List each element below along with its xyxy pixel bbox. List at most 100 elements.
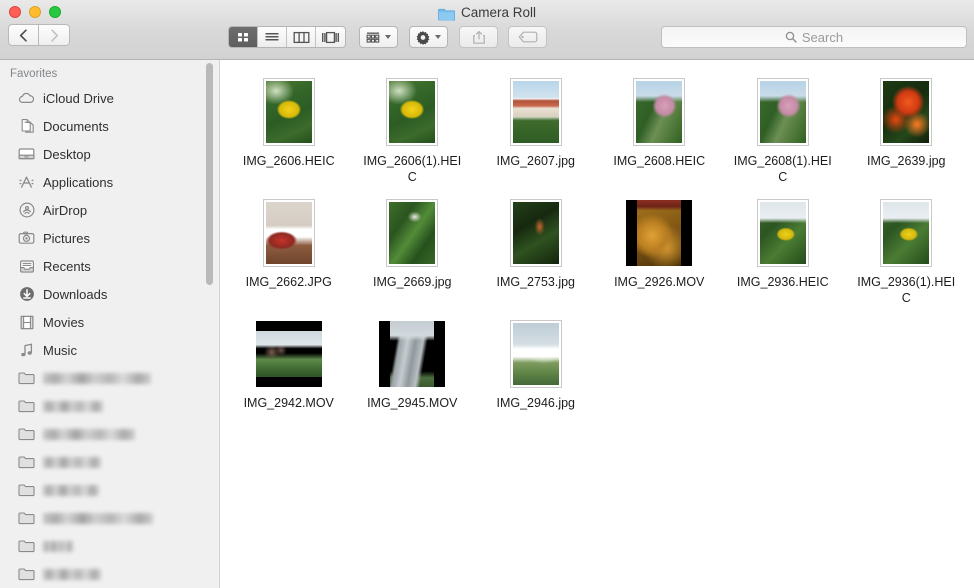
file-item[interactable]: IMG_2606(1).HEIC xyxy=(351,68,475,185)
sidebar-item-label-redacted xyxy=(43,512,153,524)
file-thumbnail xyxy=(254,197,324,269)
list-view-button[interactable] xyxy=(258,27,287,47)
arrange-icon xyxy=(366,32,380,43)
coverflow-icon xyxy=(322,31,339,43)
file-name-label: IMG_2942.MOV xyxy=(243,396,334,410)
file-item[interactable]: IMG_2936(1).HEIC xyxy=(845,189,969,306)
applications-icon xyxy=(18,174,35,191)
file-name-label: IMG_2606.HEIC xyxy=(242,154,335,168)
file-thumbnail xyxy=(501,197,571,269)
sidebar-item-redacted-12[interactable] xyxy=(0,420,219,448)
sidebar-item-music[interactable]: Music xyxy=(0,336,219,364)
file-thumbnail xyxy=(377,197,447,269)
minimize-button[interactable] xyxy=(29,6,41,18)
sidebar-item-redacted-13[interactable] xyxy=(0,448,219,476)
column-view-button[interactable] xyxy=(287,27,316,47)
view-mode-switcher xyxy=(228,26,346,48)
file-item[interactable]: IMG_2662.JPG xyxy=(227,189,351,306)
sidebar-item-desktop[interactable]: Desktop xyxy=(0,140,219,168)
sidebar-item-list: iCloud Drive Documents Desktop Applications… xyxy=(0,84,219,588)
file-item[interactable]: IMG_2946.jpg xyxy=(474,310,598,411)
cloud-icon xyxy=(18,90,35,107)
thumbnail-image xyxy=(636,81,683,143)
sidebar-item-label: Documents xyxy=(43,118,109,134)
file-thumbnail xyxy=(748,197,818,269)
file-item[interactable]: IMG_2926.MOV xyxy=(598,189,722,306)
sidebar-item-documents[interactable]: Documents xyxy=(0,112,219,140)
sidebar-item-redacted-10[interactable] xyxy=(0,364,219,392)
file-item[interactable]: IMG_2608.HEIC xyxy=(598,68,722,185)
file-name-label: IMG_2945.MOV xyxy=(367,396,458,410)
sidebar-item-recents[interactable]: Recents xyxy=(0,252,219,280)
share-button[interactable] xyxy=(459,26,498,48)
sidebar: Favorites iCloud Drive Documents Desktop Ap… xyxy=(0,60,220,588)
documents-icon xyxy=(18,118,35,135)
back-button[interactable] xyxy=(8,24,39,46)
file-browser-content[interactable]: IMG_2606.HEIC IMG_2606(1).HEIC IMG_2607.jp… xyxy=(221,60,974,588)
sidebar-item-redacted-11[interactable] xyxy=(0,392,219,420)
sidebar-scrollbar[interactable] xyxy=(206,63,213,285)
sidebar-item-redacted-15[interactable] xyxy=(0,504,219,532)
action-button[interactable] xyxy=(409,26,448,48)
sidebar-item-pictures[interactable]: Pictures xyxy=(0,224,219,252)
sidebar-item-applications[interactable]: Applications xyxy=(0,168,219,196)
pictures-icon xyxy=(18,230,35,247)
zoom-button[interactable] xyxy=(49,6,61,18)
sidebar-item-airdrop[interactable]: AirDrop xyxy=(0,196,219,224)
sidebar-item-redacted-17[interactable] xyxy=(0,560,219,588)
chevron-left-icon xyxy=(19,28,27,42)
sidebar-item-downloads[interactable]: Downloads xyxy=(0,280,219,308)
sidebar-item-label-redacted xyxy=(43,568,101,580)
file-item[interactable]: IMG_2608(1).HEIC xyxy=(721,68,845,185)
file-item[interactable]: IMG_2607.jpg xyxy=(474,68,598,185)
sidebar-item-redacted-16[interactable] xyxy=(0,532,219,560)
file-item[interactable]: IMG_2942.MOV xyxy=(227,310,351,411)
sidebar-item-label-redacted xyxy=(43,456,101,468)
folder-icon xyxy=(18,398,35,415)
tag-icon xyxy=(518,31,537,43)
file-name-label: IMG_2926.MOV xyxy=(614,275,705,289)
close-button[interactable] xyxy=(9,6,21,18)
sidebar-item-icloud-drive[interactable]: iCloud Drive xyxy=(0,84,219,112)
gallery-view-button[interactable] xyxy=(316,27,345,47)
file-thumbnail xyxy=(501,318,571,390)
arrange-button[interactable] xyxy=(359,26,398,48)
thumbnail-image xyxy=(759,202,806,264)
sidebar-item-label: Movies xyxy=(43,314,85,330)
recents-icon xyxy=(18,258,35,275)
file-name-label: IMG_2753.jpg xyxy=(496,275,576,289)
sidebar-item-label: Music xyxy=(43,342,77,358)
window-title-area: Camera Roll xyxy=(0,4,974,22)
folder-icon xyxy=(18,426,35,443)
sidebar-item-redacted-14[interactable] xyxy=(0,476,219,504)
sidebar-item-label-redacted xyxy=(43,372,151,384)
search-field[interactable]: Search xyxy=(661,26,967,48)
file-item[interactable]: IMG_2945.MOV xyxy=(351,310,475,411)
chevron-right-icon xyxy=(50,28,58,42)
file-thumbnail xyxy=(871,76,941,148)
file-item[interactable]: IMG_2639.jpg xyxy=(845,68,969,185)
sidebar-item-label: AirDrop xyxy=(43,202,88,218)
icon-view-button[interactable] xyxy=(229,27,258,47)
thumbnail-image xyxy=(759,81,806,143)
file-name-label: IMG_2936(1).HEIC xyxy=(857,275,956,305)
forward-button[interactable] xyxy=(39,24,70,46)
file-thumbnail xyxy=(624,197,694,269)
sidebar-item-movies[interactable]: Movies xyxy=(0,308,219,336)
tags-button[interactable] xyxy=(508,26,547,48)
sidebar-item-label: Downloads xyxy=(43,286,108,302)
file-item[interactable]: IMG_2606.HEIC xyxy=(227,68,351,185)
file-name-label: IMG_2936.HEIC xyxy=(736,275,829,289)
sidebar-item-label-redacted xyxy=(43,400,103,412)
folder-icon xyxy=(18,370,35,387)
file-item[interactable]: IMG_2936.HEIC xyxy=(721,189,845,306)
file-item[interactable]: IMG_2669.jpg xyxy=(351,189,475,306)
gear-icon xyxy=(416,30,430,45)
thumbnail-image xyxy=(390,321,435,387)
thumbnail-image xyxy=(883,202,930,264)
thumbnail-image xyxy=(512,323,559,385)
file-thumbnail xyxy=(377,318,447,390)
list-icon xyxy=(265,33,279,41)
file-thumbnail xyxy=(871,197,941,269)
file-item[interactable]: IMG_2753.jpg xyxy=(474,189,598,306)
